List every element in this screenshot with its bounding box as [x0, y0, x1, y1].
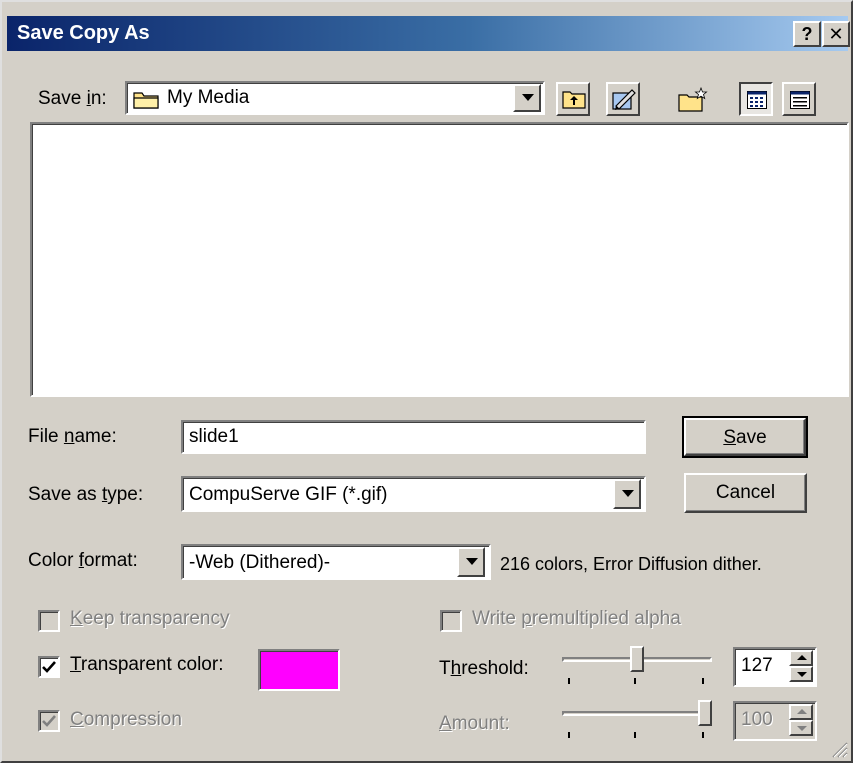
amount-spinbox[interactable]: 100 — [733, 701, 817, 741]
color-format-dropdown-button[interactable] — [457, 547, 485, 577]
chevron-down-icon — [466, 558, 478, 565]
cancel-button[interactable]: Cancel — [684, 473, 807, 513]
file-name-label: File name: — [28, 426, 117, 447]
up-one-level-button[interactable] — [556, 82, 590, 116]
threshold-slider[interactable] — [562, 646, 712, 686]
arrow-down-icon — [797, 672, 807, 677]
window-title: Save Copy As — [17, 22, 150, 44]
color-format-description: 216 colors, Error Diffusion dither. — [500, 554, 762, 574]
close-button[interactable]: ✕ — [822, 21, 850, 47]
threshold-spinbox[interactable]: 127 — [733, 647, 817, 687]
amount-thumb[interactable] — [698, 700, 712, 726]
keep-transparency-label: Keep transparency — [70, 608, 230, 629]
file-name-input[interactable]: slide1 — [181, 420, 646, 454]
threshold-thumb[interactable] — [630, 646, 644, 672]
transparent-color-label: Transparent color: — [70, 654, 224, 675]
save-as-type-dropdown-button[interactable] — [613, 479, 641, 509]
save-in-label: Save in: — [38, 88, 107, 109]
checkmark-icon — [42, 715, 56, 727]
new-folder-icon — [678, 86, 708, 112]
amount-value: 100 — [741, 709, 773, 730]
title-bar[interactable]: Save Copy As ? ✕ — [7, 16, 850, 51]
amount-track — [562, 711, 712, 716]
details-view-icon — [790, 91, 810, 109]
chevron-down-icon — [622, 490, 634, 497]
write-premultiplied-alpha-checkbox[interactable] — [440, 610, 462, 632]
keep-transparency-checkbox[interactable] — [38, 610, 60, 632]
threshold-label: Threshold: — [439, 658, 529, 679]
arrow-up-icon — [797, 709, 807, 714]
web-folder-button[interactable] — [606, 82, 640, 116]
web-folder-icon — [612, 89, 636, 110]
compression-label: Compression — [70, 709, 182, 730]
compression-checkbox[interactable] — [38, 710, 60, 732]
save-as-type-select[interactable]: CompuServe GIF (*.gif) — [181, 476, 646, 512]
folder-icon — [133, 92, 159, 109]
amount-label: Amount: — [439, 713, 510, 734]
details-view-button[interactable] — [782, 82, 816, 116]
arrow-down-icon — [797, 726, 807, 731]
save-in-dropdown-button[interactable] — [513, 84, 541, 112]
new-folder-button[interactable] — [674, 82, 708, 116]
transparent-color-checkbox[interactable] — [38, 656, 60, 678]
up-one-level-icon — [562, 91, 586, 109]
chevron-down-icon — [522, 94, 534, 101]
save-as-type-label: Save as type: — [28, 484, 144, 505]
threshold-down-button[interactable] — [789, 666, 813, 682]
amount-down-button[interactable] — [789, 720, 813, 736]
amount-slider[interactable] — [562, 700, 712, 740]
help-button[interactable]: ? — [793, 21, 821, 47]
save-in-select[interactable]: My Media — [125, 81, 545, 115]
list-view-icon — [747, 91, 767, 109]
help-icon: ? — [801, 24, 813, 44]
checkmark-icon — [42, 661, 56, 673]
amount-up-button[interactable] — [789, 704, 813, 720]
color-format-label: Color format: — [28, 550, 138, 571]
file-list[interactable] — [30, 122, 849, 397]
threshold-value: 127 — [741, 655, 773, 676]
threshold-up-button[interactable] — [789, 650, 813, 666]
close-icon: ✕ — [828, 24, 844, 44]
save-in-value: My Media — [167, 87, 250, 108]
write-premultiplied-alpha-label: Write premultiplied alpha — [472, 608, 681, 629]
resize-grip-icon[interactable] — [830, 740, 848, 758]
save-copy-as-dialog: Save Copy As ? ✕ Save in: My Media File … — [0, 0, 853, 763]
transparent-color-swatch[interactable] — [258, 649, 340, 691]
save-button-label: Save — [723, 427, 767, 448]
color-format-select[interactable]: -Web (Dithered)- — [181, 544, 491, 580]
save-button[interactable]: Save — [682, 416, 808, 458]
list-view-button[interactable] — [739, 82, 773, 116]
arrow-up-icon — [797, 655, 807, 660]
